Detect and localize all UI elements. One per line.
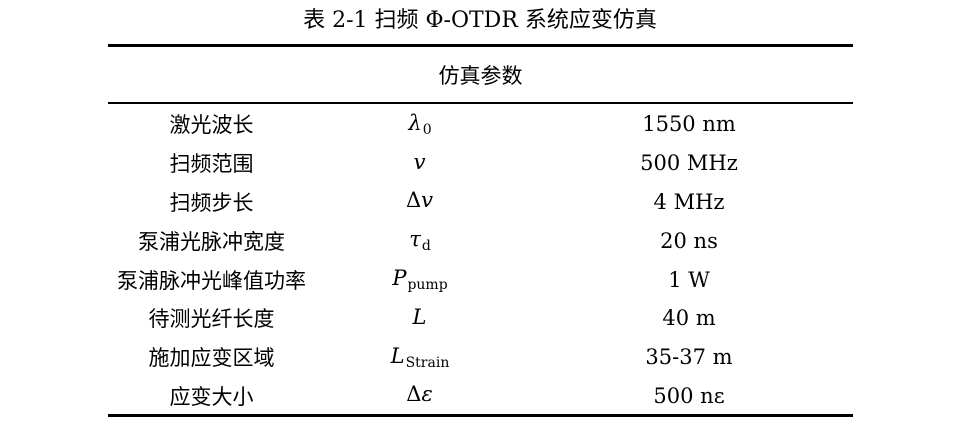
table-row: 泵浦脉冲光峰值功率 Ppump 1 W — [108, 260, 853, 299]
param-value: 1550 nm — [642, 112, 736, 137]
param-symbol: v — [413, 149, 426, 174]
param-name: 扫频范围 — [169, 152, 254, 177]
param-symbol: LStrain — [390, 343, 450, 371]
table-row: 扫频范围 v 500 MHz — [108, 144, 853, 183]
param-symbol: L — [412, 304, 427, 329]
param-name: 泵浦光脉冲宽度 — [138, 229, 285, 254]
table-row: 应变大小 Δε 500 nε — [108, 377, 853, 416]
bottom-rule — [108, 414, 853, 417]
param-value: 1 W — [668, 267, 710, 292]
param-name: 待测光纤长度 — [148, 307, 275, 332]
param-symbol: τd — [409, 227, 431, 255]
header-rule — [108, 102, 853, 104]
top-rule — [108, 44, 853, 47]
param-value: 500 nε — [653, 383, 725, 408]
param-symbol: Ppump — [392, 266, 448, 294]
table-body: 激光波长 λ0 1550 nm 扫频范围 v 500 MHz 扫频步长 Δv 4… — [108, 105, 853, 415]
table-row: 泵浦光脉冲宽度 τd 20 ns — [108, 221, 853, 260]
param-name: 扫频步长 — [169, 190, 254, 215]
table-row: 待测光纤长度 L 40 m — [108, 299, 853, 338]
param-value: 4 MHz — [653, 189, 725, 214]
table-caption: 表 2-1 扫频 Φ-OTDR 系统应变仿真 — [303, 8, 657, 33]
param-value: 40 m — [662, 306, 716, 331]
table-row: 扫频步长 Δv 4 MHz — [108, 183, 853, 222]
param-name: 应变大小 — [169, 384, 254, 409]
table-row: 施加应变区域 LStrain 35-37 m — [108, 338, 853, 377]
param-symbol: λ0 — [408, 110, 432, 138]
param-name: 施加应变区域 — [148, 346, 275, 371]
param-value: 500 MHz — [640, 151, 738, 176]
table-header: 仿真参数 — [438, 64, 523, 88]
param-value: 35-37 m — [645, 345, 733, 370]
param-symbol: Δε — [406, 382, 433, 407]
param-name: 激光波长 — [169, 113, 254, 138]
param-name: 泵浦脉冲光峰值功率 — [117, 268, 306, 293]
param-value: 20 ns — [660, 228, 718, 253]
param-symbol: Δv — [405, 188, 434, 213]
table-row: 激光波长 λ0 1550 nm — [108, 105, 853, 144]
